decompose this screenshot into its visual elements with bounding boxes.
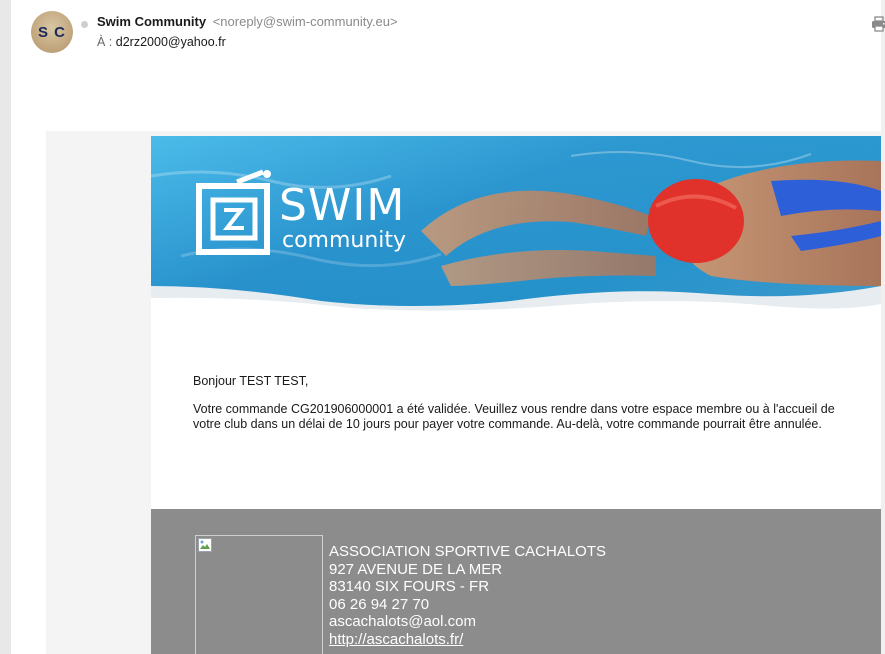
message-content: Bonjour TEST TEST, Votre commande CG2019… <box>193 374 853 432</box>
recipient-address[interactable]: d2rz2000@yahoo.fr <box>116 35 226 49</box>
club-logo-image <box>195 535 323 654</box>
club-website-link[interactable]: http://ascachalots.fr/ <box>329 631 463 648</box>
presence-indicator <box>81 21 88 28</box>
club-name: ASSOCIATION SPORTIVE CACHALOTS <box>329 543 607 560</box>
club-email[interactable]: ascachalots@aol.com <box>329 613 606 631</box>
broken-image-icon <box>198 538 212 552</box>
recipient-line: À : d2rz2000@yahoo.fr <box>97 35 226 49</box>
sender-avatar[interactable]: S C <box>31 11 73 53</box>
sender-name[interactable]: Swim Community <box>97 14 206 29</box>
window-left-edge <box>0 0 11 654</box>
club-contact-info: ASSOCIATION SPORTIVE CACHALOTS 927 AVENU… <box>329 543 606 648</box>
sender-line: Swim Community <noreply@swim-community.e… <box>97 14 398 29</box>
sender-email[interactable]: <noreply@swim-community.eu> <box>213 14 398 29</box>
club-address-line1: 927 AVENUE DE LA MER <box>329 560 503 578</box>
window-right-edge <box>881 0 885 654</box>
swim-community-banner: SWIM community <box>151 136 881 311</box>
to-label: À : <box>97 35 113 49</box>
logo-swim-text: SWIM <box>279 180 406 231</box>
greeting: Bonjour TEST TEST, <box>193 374 309 388</box>
club-address-line2: 83140 SIX FOURS - FR <box>329 578 490 595</box>
club-phone[interactable]: 06 26 94 27 70 <box>329 596 606 614</box>
message-text: Votre commande CG201906000001 a été vali… <box>193 402 835 431</box>
club-footer: ASSOCIATION SPORTIVE CACHALOTS 927 AVENU… <box>151 509 881 654</box>
email-body: SWIM community Bonjour TEST TEST, Votre … <box>151 136 881 654</box>
print-icon[interactable] <box>871 16 885 32</box>
logo-community-text: community <box>282 228 407 253</box>
email-header: S C Swim Community <noreply@swim-communi… <box>11 0 885 120</box>
banner-artwork <box>151 136 881 311</box>
avatar-initials: S C <box>37 23 66 41</box>
